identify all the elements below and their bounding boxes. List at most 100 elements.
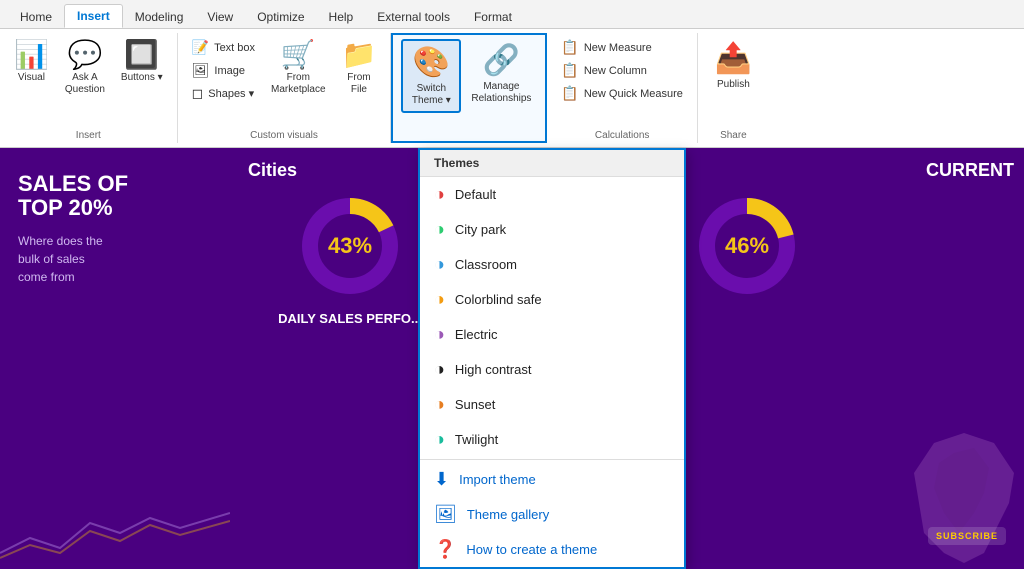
themes-group-label xyxy=(401,139,537,141)
new-quick-measure-label: New Quick Measure xyxy=(584,88,683,100)
from-marketplace-button[interactable]: 🛒 FromMarketplace xyxy=(265,37,331,100)
sales-description: Where does thebulk of salescome from xyxy=(18,232,212,286)
shapes-button[interactable]: ◻ Shapes ▾ xyxy=(186,83,261,104)
current-label: CURRENT xyxy=(926,160,1014,181)
group-custom-visuals: 📝 Text box 🖼 Image ◻ Shapes ▾ 🛒 Fro xyxy=(178,33,392,143)
themes-dropdown: Themes ◑ Default ◑ City park ◑ Classroom… xyxy=(418,148,686,569)
theme-city-park-label: City park xyxy=(455,222,506,237)
new-quick-measure-icon: 📋 xyxy=(561,85,578,102)
line-chart-bg xyxy=(0,503,230,563)
visual-icon: 📊 xyxy=(14,41,49,69)
customers-percentage: 46% xyxy=(725,233,769,259)
canvas-sales-panel: SALES OFTOP 20% Where does thebulk of sa… xyxy=(0,148,230,563)
image-button[interactable]: 🖼 Image xyxy=(186,60,261,81)
buttons-icon: 🔲 xyxy=(124,41,159,69)
theme-gallery-item[interactable]: 🖼 Theme gallery xyxy=(420,497,684,532)
publish-button[interactable]: 📤 Publish xyxy=(706,37,761,95)
shapes-label: Shapes ▾ xyxy=(208,87,254,100)
import-theme-item[interactable]: ⬇ Import theme xyxy=(420,462,684,497)
theme-colorblind-safe-label: Colorblind safe xyxy=(455,292,542,307)
theme-high-contrast-label: High contrast xyxy=(455,362,532,377)
tab-optimize[interactable]: Optimize xyxy=(245,6,316,28)
from-file-icon: 📁 xyxy=(342,41,377,69)
theme-classroom-label: Classroom xyxy=(455,257,517,272)
subscribe-badge: SUBSCRIBE xyxy=(928,527,1006,545)
theme-default-icon: ◑ xyxy=(434,184,445,205)
theme-city-park[interactable]: ◑ City park xyxy=(420,212,684,247)
theme-sunset[interactable]: ◑ Sunset xyxy=(420,387,684,422)
new-quick-measure-button[interactable]: 📋 New Quick Measure xyxy=(555,83,688,104)
image-label: Image xyxy=(214,65,245,77)
tab-modeling[interactable]: Modeling xyxy=(123,6,196,28)
sales-title: SALES OFTOP 20% xyxy=(18,172,212,220)
text-image-shapes-group: 📝 Text box 🖼 Image ◻ Shapes ▾ xyxy=(186,37,261,104)
theme-twilight[interactable]: ◑ Twilight xyxy=(420,422,684,457)
ask-question-label: Ask AQuestion xyxy=(65,72,105,96)
visual-label: Visual xyxy=(18,72,45,84)
dropdown-divider xyxy=(420,459,684,460)
ask-question-icon: 💬 xyxy=(67,41,102,69)
theme-twilight-label: Twilight xyxy=(455,432,498,447)
from-file-label: FromFile xyxy=(347,72,370,96)
ask-question-button[interactable]: 💬 Ask AQuestion xyxy=(59,37,111,100)
theme-sunset-icon: ◑ xyxy=(434,394,445,415)
ribbon-tabs: Home Insert Modeling View Optimize Help … xyxy=(0,0,1024,28)
tab-help[interactable]: Help xyxy=(317,6,366,28)
how-to-create-item[interactable]: ❓ How to create a theme xyxy=(420,532,684,567)
calculations-label: Calculations xyxy=(555,130,688,143)
customers-donut-chart: 46% xyxy=(692,191,802,301)
textbox-label: Text box xyxy=(214,42,255,54)
theme-default[interactable]: ◑ Default xyxy=(420,177,684,212)
from-marketplace-icon: 🛒 xyxy=(281,41,316,69)
theme-high-contrast-icon: ◑ xyxy=(434,359,445,380)
shapes-icon: ◻ xyxy=(192,85,204,102)
new-measure-button[interactable]: 📋 New Measure xyxy=(555,37,688,58)
import-theme-icon: ⬇ xyxy=(434,469,449,490)
calc-stacked: 📋 New Measure 📋 New Column 📋 New Quick M… xyxy=(555,37,688,104)
theme-high-contrast[interactable]: ◑ High contrast xyxy=(420,352,684,387)
manage-relationships-button[interactable]: 🔗 ManageRelationships xyxy=(465,39,537,109)
image-icon: 🖼 xyxy=(192,62,210,79)
theme-twilight-icon: ◑ xyxy=(434,429,445,450)
switch-theme-label: SwitchTheme ▾ xyxy=(412,83,451,107)
tab-home[interactable]: Home xyxy=(8,6,64,28)
group-share-items: 📤 Publish xyxy=(706,33,761,130)
textbox-icon: 📝 xyxy=(192,39,209,56)
new-column-icon: 📋 xyxy=(561,62,578,79)
theme-classroom[interactable]: ◑ Classroom xyxy=(420,247,684,282)
group-custom-visuals-items: 📝 Text box 🖼 Image ◻ Shapes ▾ 🛒 Fro xyxy=(186,33,383,130)
how-to-create-label: How to create a theme xyxy=(466,542,597,557)
buttons-button[interactable]: 🔲 Buttons ▾ xyxy=(115,37,169,88)
new-column-button[interactable]: 📋 New Column xyxy=(555,60,688,81)
new-measure-label: New Measure xyxy=(584,42,652,54)
insert-group-label: Insert xyxy=(8,130,169,143)
theme-colorblind-safe[interactable]: ◑ Colorblind safe xyxy=(420,282,684,317)
switch-theme-button[interactable]: 🎨 SwitchTheme ▾ xyxy=(401,39,461,113)
textbox-button[interactable]: 📝 Text box xyxy=(186,37,261,58)
ribbon: Home Insert Modeling View Optimize Help … xyxy=(0,0,1024,148)
tab-insert[interactable]: Insert xyxy=(64,4,123,28)
theme-city-park-icon: ◑ xyxy=(434,219,445,240)
tab-view[interactable]: View xyxy=(195,6,245,28)
share-label: Share xyxy=(706,130,761,143)
tab-external-tools[interactable]: External tools xyxy=(365,6,462,28)
theme-sunset-label: Sunset xyxy=(455,397,495,412)
visual-button[interactable]: 📊 Visual xyxy=(8,37,55,88)
group-calculations-items: 📋 New Measure 📋 New Column 📋 New Quick M… xyxy=(555,33,688,130)
group-themes-items: 🎨 SwitchTheme ▾ 🔗 ManageRelationships xyxy=(401,35,537,139)
theme-gallery-label: Theme gallery xyxy=(467,507,549,522)
new-measure-icon: 📋 xyxy=(561,39,578,56)
import-theme-label: Import theme xyxy=(459,472,536,487)
publish-label: Publish xyxy=(717,79,750,91)
theme-electric[interactable]: ◑ Electric xyxy=(420,317,684,352)
theme-default-label: Default xyxy=(455,187,496,202)
cities-donut-chart: 43% xyxy=(295,191,405,301)
from-file-button[interactable]: 📁 FromFile xyxy=(336,37,383,100)
group-insert: 📊 Visual 💬 Ask AQuestion 🔲 Buttons ▾ Ins… xyxy=(0,33,178,143)
cities-percentage: 43% xyxy=(328,233,372,259)
theme-gallery-icon: 🖼 xyxy=(434,504,457,525)
tab-format[interactable]: Format xyxy=(462,6,524,28)
manage-relationships-icon: 🔗 xyxy=(483,43,520,78)
ribbon-content: 📊 Visual 💬 Ask AQuestion 🔲 Buttons ▾ Ins… xyxy=(0,28,1024,147)
how-to-create-icon: ❓ xyxy=(434,539,456,560)
